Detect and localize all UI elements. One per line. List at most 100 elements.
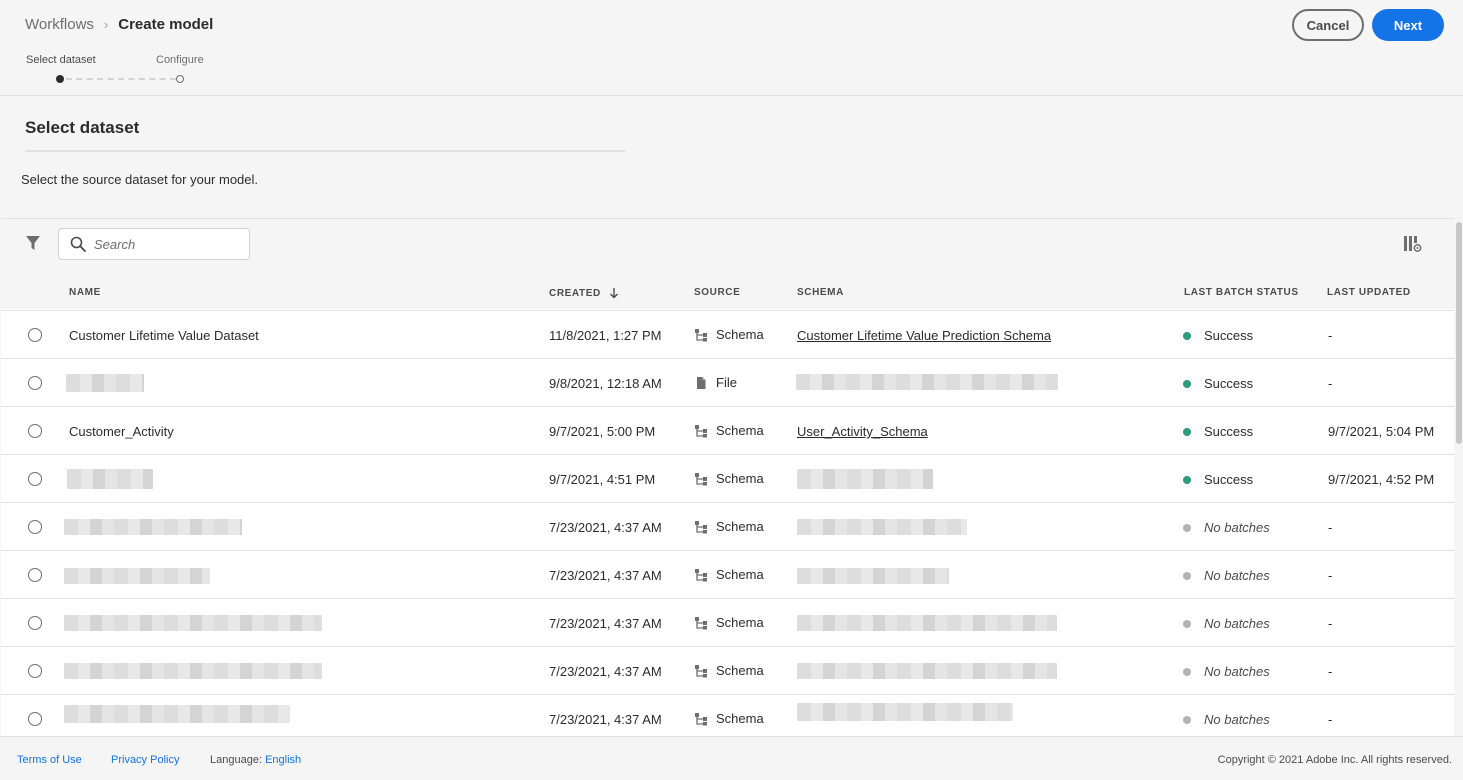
- status-text: No batches: [1204, 520, 1270, 535]
- created-date: 9/7/2021, 4:51 PM: [549, 472, 656, 487]
- column-settings-icon[interactable]: [1403, 235, 1423, 253]
- status-text: Success: [1204, 424, 1254, 439]
- copyright-text: Copyright © 2021 Adobe Inc. All rights r…: [1217, 754, 1452, 766]
- source-cell: Schema: [694, 663, 764, 678]
- schema-icon: [695, 472, 707, 485]
- redacted-name: [64, 663, 322, 679]
- schema-icon: [695, 568, 707, 581]
- created-date: 7/23/2021, 4:37 AM: [549, 520, 662, 535]
- status-cell: Success: [1183, 376, 1253, 391]
- status-cell: No batches: [1183, 664, 1270, 679]
- column-header-name[interactable]: NAME: [69, 287, 101, 298]
- column-header-source[interactable]: SOURCE: [694, 287, 740, 298]
- table-row[interactable]: 7/23/2021, 4:37 AM Schema No batches -: [1, 550, 1454, 598]
- next-button[interactable]: Next: [1372, 9, 1444, 41]
- created-date: 11/8/2021, 1:27 PM: [549, 328, 662, 343]
- status-text: No batches: [1204, 712, 1270, 727]
- breadcrumb: Workflows › Create model: [25, 16, 213, 33]
- status-neutral-dot: [1183, 715, 1191, 724]
- table-row[interactable]: 9/8/2021, 12:18 AM File Success -: [1, 358, 1454, 406]
- source-cell: Schema: [694, 615, 764, 630]
- column-header-schema[interactable]: SCHEMA: [797, 287, 844, 298]
- search-field[interactable]: [58, 228, 250, 260]
- last-updated: -: [1328, 568, 1333, 583]
- status-cell: No batches: [1183, 616, 1270, 631]
- redacted-name: [64, 568, 210, 584]
- source-type: File: [716, 375, 737, 390]
- last-updated: -: [1328, 712, 1333, 727]
- last-updated: 9/7/2021, 5:04 PM: [1328, 424, 1435, 439]
- source-type: Schema: [716, 471, 764, 486]
- terms-of-use-link[interactable]: Terms of Use: [17, 754, 82, 766]
- row-radio[interactable]: [28, 664, 42, 678]
- header: Workflows › Create model Cancel Next Sel…: [0, 0, 1463, 96]
- row-radio[interactable]: [28, 424, 42, 438]
- status-success-dot: [1183, 379, 1191, 388]
- table-row[interactable]: 7/23/2021, 4:37 AM Schema No batches -: [1, 502, 1454, 550]
- search-input[interactable]: [94, 236, 244, 252]
- status-success-dot: [1183, 427, 1191, 436]
- status-neutral-dot: [1183, 571, 1191, 580]
- status-text: No batches: [1204, 664, 1270, 679]
- redacted-schema: [796, 374, 1058, 390]
- table-toolbar: NAME CREATED SOURCE SCHEMA LAST BATCH ST…: [1, 219, 1454, 309]
- redacted-name: [64, 519, 242, 535]
- row-radio[interactable]: [28, 712, 42, 726]
- schema-link[interactable]: User_Activity_Schema: [797, 424, 928, 439]
- status-neutral-dot: [1183, 667, 1191, 676]
- column-header-last-batch-status[interactable]: LAST BATCH STATUS: [1184, 287, 1299, 298]
- table-row[interactable]: 7/23/2021, 4:37 AM Schema No batches -: [1, 694, 1454, 736]
- column-header-created[interactable]: CREATED: [549, 287, 619, 299]
- scrollbar-thumb[interactable]: [1456, 222, 1462, 444]
- cancel-button[interactable]: Cancel: [1292, 9, 1364, 41]
- table-row[interactable]: 9/7/2021, 4:51 PM Schema Success 9/7/202…: [1, 454, 1454, 502]
- row-radio[interactable]: [28, 328, 42, 342]
- last-updated: -: [1328, 520, 1333, 535]
- step-select-dataset-label: Select dataset: [26, 54, 96, 66]
- table-row[interactable]: 7/23/2021, 4:37 AM Schema No batches -: [1, 646, 1454, 694]
- source-cell: Schema: [694, 471, 764, 486]
- status-text: No batches: [1204, 568, 1270, 583]
- row-radio[interactable]: [28, 520, 42, 534]
- section-description: Select the source dataset for your model…: [21, 172, 259, 187]
- step-active-dot: [56, 75, 64, 83]
- row-radio[interactable]: [28, 472, 42, 486]
- status-text: Success: [1204, 328, 1254, 343]
- schema-link[interactable]: Customer Lifetime Value Prediction Schem…: [797, 328, 1051, 343]
- privacy-policy-link[interactable]: Privacy Policy: [111, 754, 179, 766]
- source-cell: Schema: [694, 423, 764, 438]
- dataset-name: Customer_Activity: [69, 424, 174, 439]
- status-text: No batches: [1204, 616, 1270, 631]
- row-radio[interactable]: [28, 616, 42, 630]
- section-title: Select dataset: [25, 118, 140, 137]
- source-type: Schema: [716, 423, 764, 438]
- source-cell: Schema: [694, 327, 764, 342]
- redacted-name: [66, 374, 144, 392]
- table-row[interactable]: Customer_Activity 9/7/2021, 5:00 PM Sche…: [1, 406, 1454, 454]
- schema-icon: [695, 328, 707, 341]
- column-header-last-updated[interactable]: LAST UPDATED: [1327, 287, 1411, 298]
- arrow-down-icon[interactable]: [609, 287, 619, 299]
- created-date: 7/23/2021, 4:37 AM: [549, 712, 662, 727]
- created-date: 7/23/2021, 4:37 AM: [549, 568, 662, 583]
- row-radio[interactable]: [28, 376, 42, 390]
- create-model-page: Workflows › Create model Cancel Next Sel…: [0, 0, 1463, 780]
- dataset-table-panel: NAME CREATED SOURCE SCHEMA LAST BATCH ST…: [1, 218, 1454, 736]
- source-type: Schema: [716, 711, 764, 726]
- source-cell: File: [694, 375, 737, 390]
- redacted-schema: [797, 663, 1057, 679]
- table-row[interactable]: Customer Lifetime Value Dataset 11/8/202…: [1, 310, 1454, 358]
- filter-icon[interactable]: [25, 235, 41, 251]
- language-link[interactable]: English: [265, 754, 301, 766]
- created-date: 7/23/2021, 4:37 AM: [549, 664, 662, 679]
- schema-icon: [695, 424, 707, 437]
- status-cell: No batches: [1183, 712, 1270, 727]
- table-row[interactable]: 7/23/2021, 4:37 AM Schema No batches -: [1, 598, 1454, 646]
- status-cell: Success: [1183, 328, 1253, 343]
- breadcrumb-workflows-link[interactable]: Workflows: [25, 16, 94, 33]
- row-radio[interactable]: [28, 568, 42, 582]
- chevron-right-icon: ›: [103, 17, 109, 32]
- vertical-scrollbar[interactable]: [1455, 218, 1463, 736]
- source-type: Schema: [716, 615, 764, 630]
- source-cell: Schema: [694, 519, 764, 534]
